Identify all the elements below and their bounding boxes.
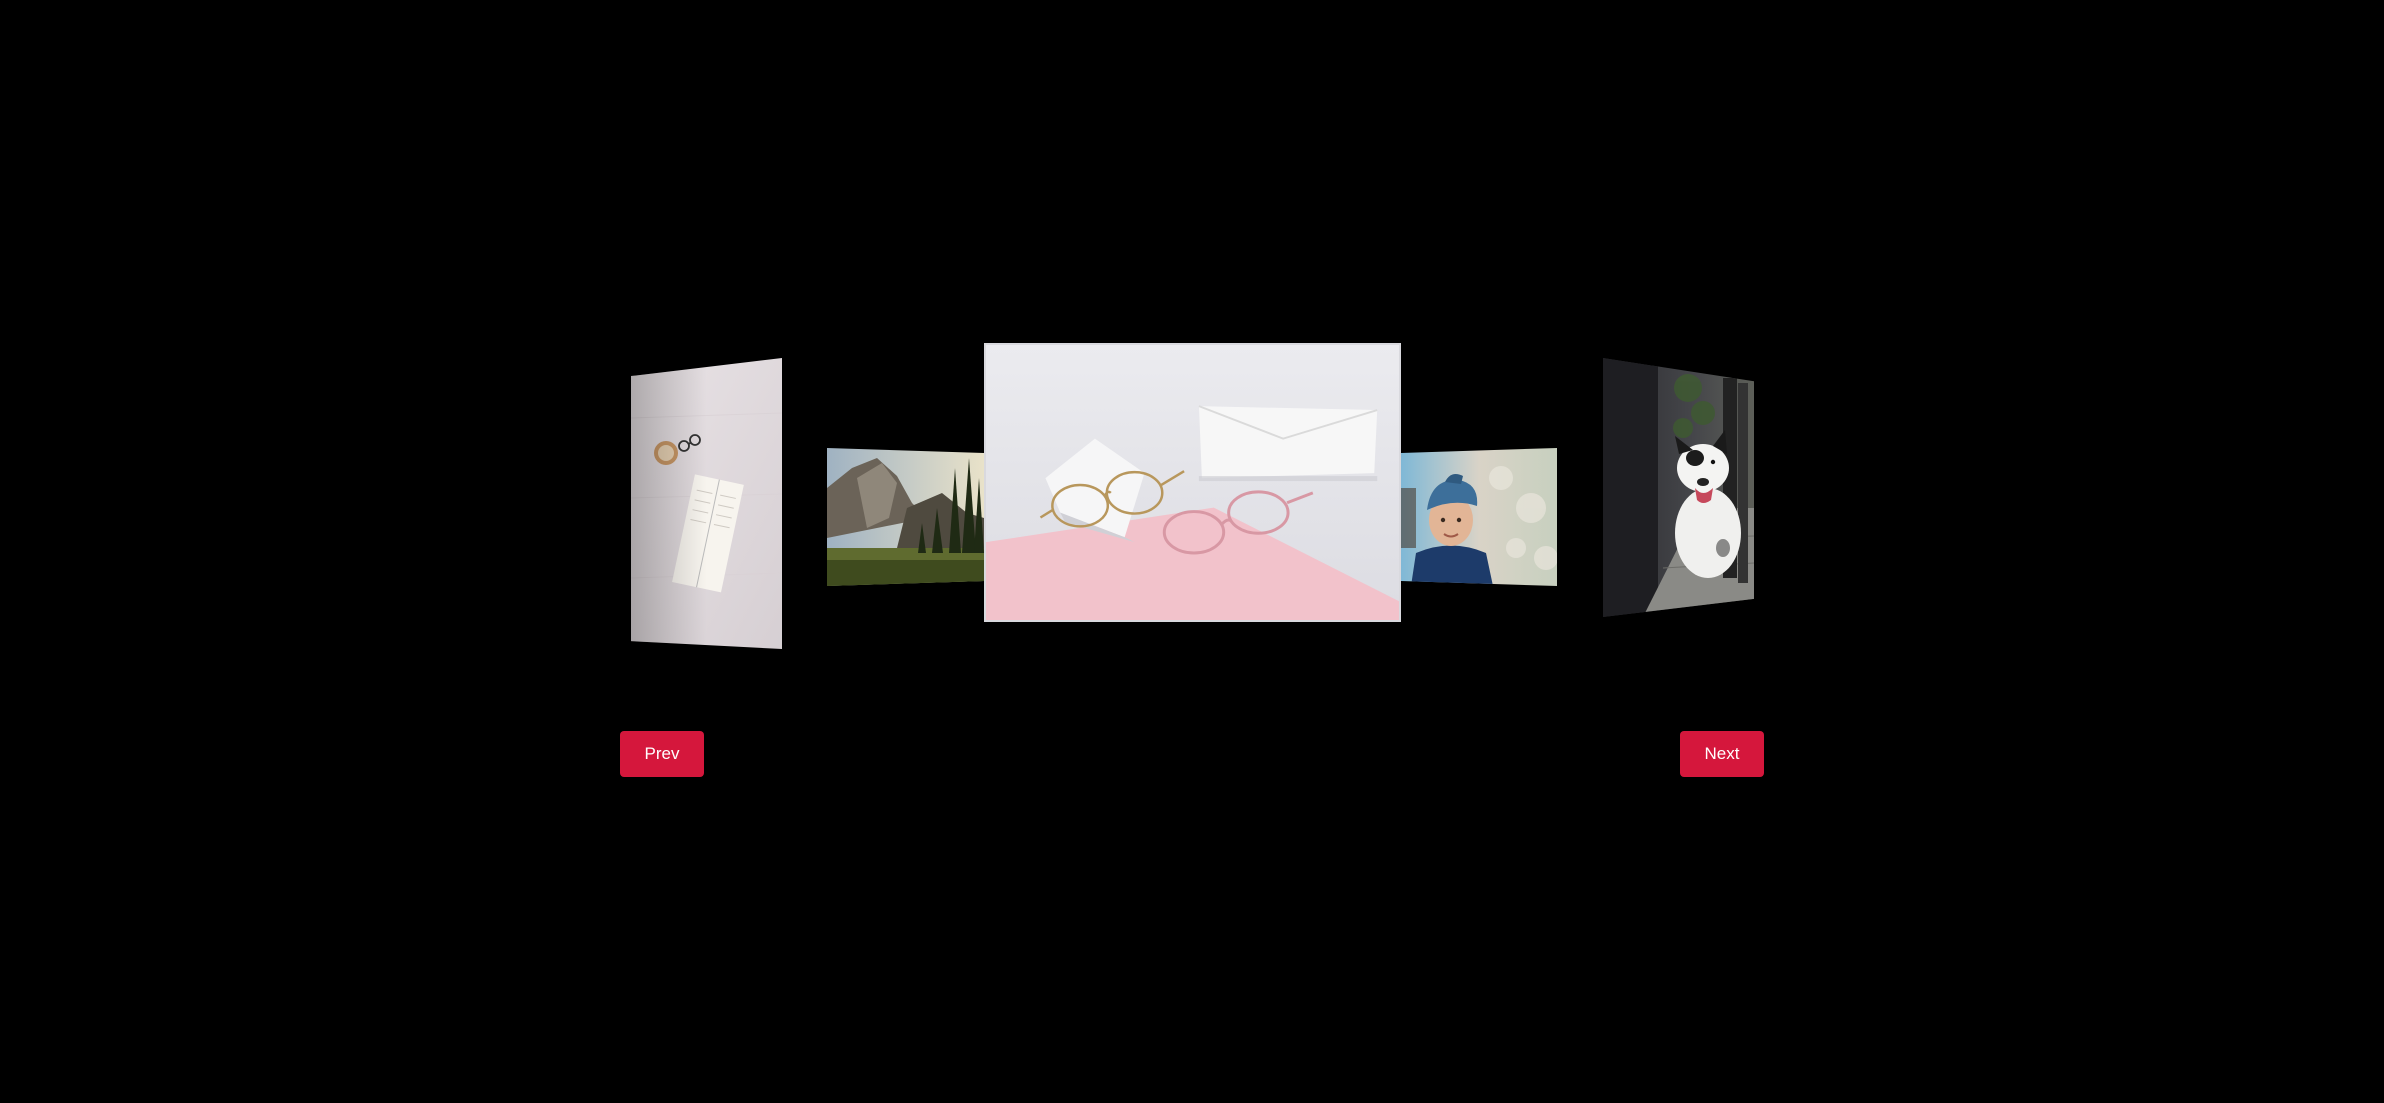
- slide-mountain-landscape[interactable]: [827, 448, 984, 586]
- image-carousel: Prev Next: [0, 0, 2384, 1103]
- eyeglasses-image: [986, 345, 1399, 620]
- slide-dog[interactable]: [1603, 358, 1754, 617]
- slide-eyeglasses-active[interactable]: [984, 343, 1401, 622]
- slide-boy-with-cap[interactable]: [1401, 448, 1557, 586]
- next-button[interactable]: Next: [1680, 731, 1764, 777]
- prev-button[interactable]: Prev: [620, 731, 704, 777]
- book-coffee-image: [631, 358, 782, 649]
- mountain-landscape-image: [827, 448, 984, 586]
- dog-image: [1603, 358, 1754, 617]
- slide-book-coffee[interactable]: [631, 358, 782, 649]
- boy-with-cap-image: [1401, 448, 1557, 586]
